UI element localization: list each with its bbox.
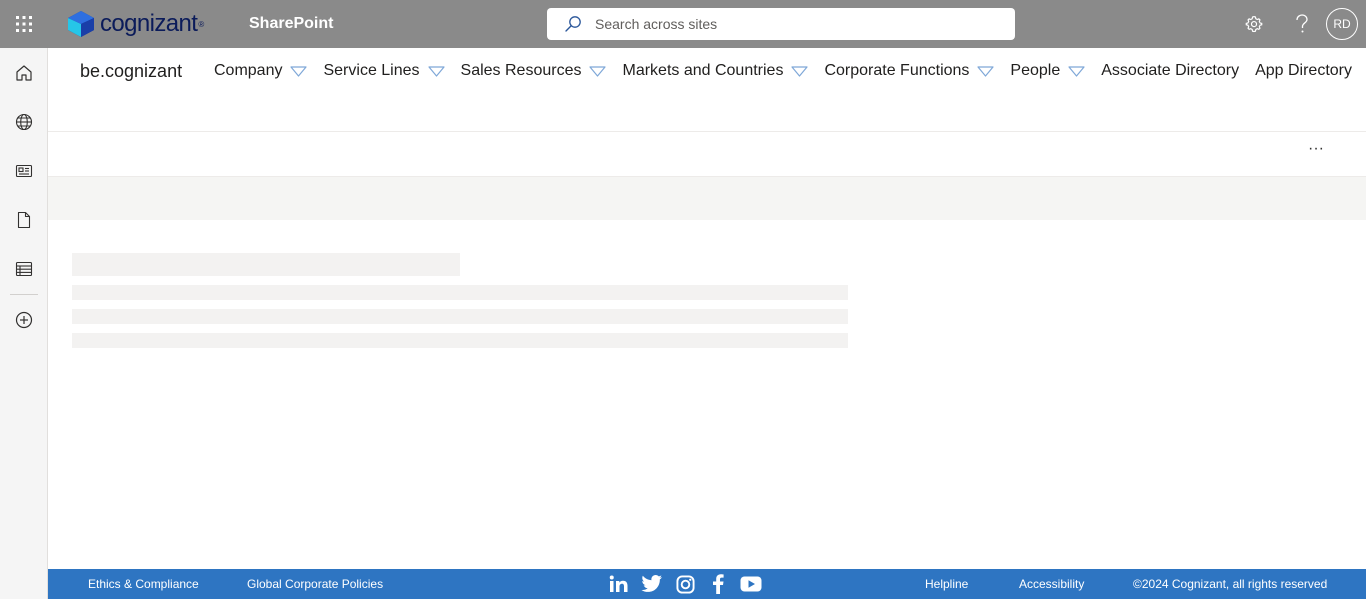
cognizant-logo[interactable]: cognizant ® — [66, 10, 204, 38]
chevron-down-icon[interactable] — [290, 65, 308, 77]
registered-mark-icon: ® — [198, 19, 205, 29]
search-input[interactable] — [593, 15, 973, 33]
brand-name: cognizant — [100, 10, 198, 37]
waffle-icon[interactable] — [0, 0, 48, 48]
youtube-icon[interactable] — [740, 573, 762, 595]
loading-title-placeholder — [72, 253, 460, 276]
app-name[interactable]: SharePoint — [249, 14, 333, 34]
nav-item-label: Associate Directory — [1101, 62, 1240, 79]
top-navigation: Company Service Lines Sales Resources Marke… — [214, 58, 1366, 84]
nav-item-associate-directory[interactable]: Associate Directory — [1101, 60, 1239, 82]
chevron-down-icon[interactable] — [791, 65, 809, 77]
loading-line-placeholder — [72, 333, 848, 348]
suite-right-actions: RD — [1230, 0, 1366, 48]
twitter-icon[interactable] — [641, 573, 663, 595]
settings-icon[interactable] — [1230, 0, 1278, 48]
nav-item-app-directory[interactable]: App Directory — [1255, 60, 1352, 82]
home-icon[interactable] — [0, 48, 48, 97]
lists-icon[interactable] — [0, 244, 48, 293]
facebook-icon[interactable] — [707, 573, 729, 595]
ethics-compliance-link[interactable]: Ethics & Compliance — [88, 577, 199, 592]
linkedin-icon[interactable] — [608, 573, 630, 595]
chevron-down-icon[interactable] — [589, 65, 607, 77]
user-initials: RD — [1333, 17, 1351, 31]
nav-item-sales-resources[interactable]: Sales Resources — [461, 60, 607, 82]
footer: Ethics & Compliance Global Corporate Pol… — [48, 569, 1366, 599]
accessibility-link[interactable]: Accessibility — [1019, 577, 1084, 592]
command-bar: ··· — [48, 132, 1366, 177]
add-icon[interactable] — [0, 295, 48, 344]
global-corporate-policies-link[interactable]: Global Corporate Policies — [247, 577, 383, 592]
nav-item-label: Markets and Countries — [622, 62, 784, 79]
loading-line-placeholder — [72, 309, 848, 324]
nav-item-label: Service Lines — [323, 62, 420, 79]
chevron-down-icon[interactable] — [977, 65, 995, 77]
instagram-icon[interactable] — [674, 573, 696, 595]
nav-item-markets-and-countries[interactable]: Markets and Countries — [622, 60, 809, 82]
nav-item-label: Company — [214, 62, 283, 79]
site-header: be.cognizant Company Service Lines Sales R… — [48, 48, 1366, 132]
nav-item-label: Corporate Functions — [824, 62, 970, 79]
social-links — [608, 573, 773, 595]
news-icon[interactable] — [0, 146, 48, 195]
help-icon[interactable] — [1278, 0, 1326, 48]
copyright-text: ©2024 Cognizant, all rights reserved — [1133, 577, 1328, 591]
chevron-down-icon[interactable] — [427, 65, 445, 77]
nav-item-service-lines[interactable]: Service Lines — [323, 60, 445, 82]
globe-icon[interactable] — [0, 97, 48, 146]
site-title[interactable]: be.cognizant — [80, 60, 182, 82]
nav-item-label: Sales Resources — [460, 62, 582, 79]
search-icon — [564, 15, 582, 33]
nav-item-label: People — [1010, 62, 1061, 79]
cognizant-logo-mark — [68, 11, 94, 37]
search-box[interactable] — [547, 8, 1015, 40]
avatar[interactable]: RD — [1326, 8, 1358, 40]
nav-item-label: App Directory — [1255, 62, 1352, 79]
loading-line-placeholder — [72, 285, 848, 300]
chevron-down-icon[interactable] — [1068, 65, 1085, 77]
document-icon[interactable] — [0, 195, 48, 244]
more-options-icon[interactable]: ··· — [1304, 140, 1328, 164]
nav-item-company[interactable]: Company — [214, 60, 308, 82]
suite-bar: cognizant ® SharePoint Search across sit… — [0, 0, 1366, 48]
helpline-link[interactable]: Helpline — [925, 577, 968, 592]
nav-item-corporate-functions[interactable]: Corporate Functions — [824, 60, 995, 82]
nav-item-people[interactable]: People — [1010, 60, 1085, 82]
app-bar — [0, 48, 48, 599]
page-header-band — [48, 177, 1366, 220]
